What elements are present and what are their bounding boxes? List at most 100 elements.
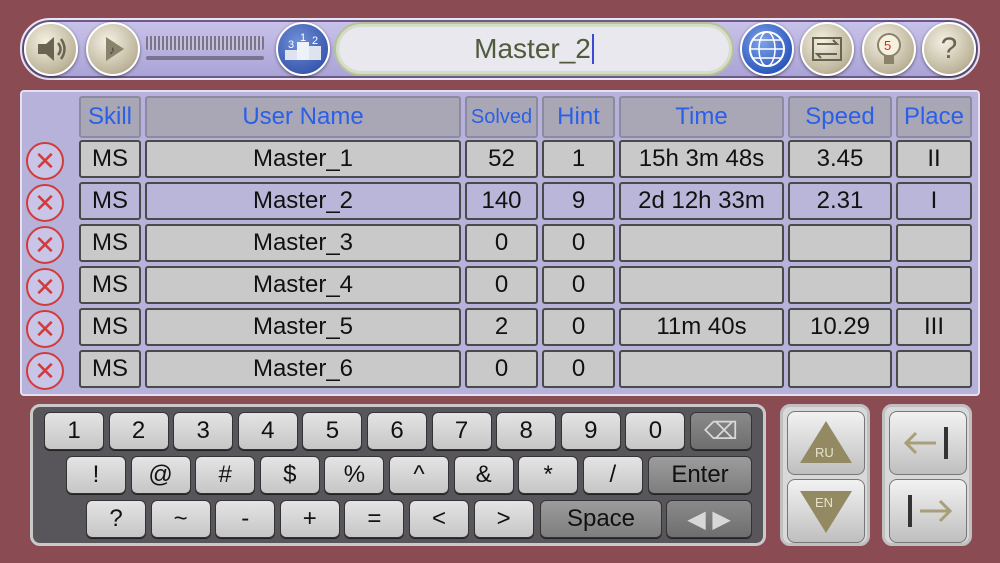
cell-time[interactable]: 2d 12h 33m [619, 182, 784, 220]
move-to-start-button[interactable] [889, 411, 967, 475]
key-1[interactable]: 1 [44, 412, 104, 450]
key-symbol-row3-0[interactable]: ? [86, 500, 146, 538]
space-key[interactable]: Space [540, 500, 662, 538]
cell-skill[interactable]: MS [79, 266, 141, 304]
cell-solved[interactable]: 0 [465, 350, 538, 388]
key-symbol-3[interactable]: $ [259, 456, 320, 494]
key-symbol-4[interactable]: % [324, 456, 385, 494]
help-icon[interactable]: ? [922, 22, 976, 76]
player-name-input[interactable]: Master_2 [336, 24, 732, 74]
cell-time[interactable] [619, 266, 784, 304]
cell-place[interactable] [896, 224, 972, 262]
cell-hint[interactable]: 0 [542, 350, 615, 388]
language-switcher: RU EN [780, 404, 870, 546]
key-symbol-6[interactable]: & [453, 456, 514, 494]
delete-icon: ✕ [34, 145, 56, 176]
move-to-end-button[interactable] [889, 479, 967, 543]
cell-time[interactable]: 11m 40s [619, 308, 784, 346]
cell-time[interactable] [619, 224, 784, 262]
column-header-hint: Hint [542, 96, 615, 138]
key-symbol-row3-4[interactable]: = [344, 500, 405, 538]
hint-bulb-icon[interactable]: 5 [862, 22, 916, 76]
cell-time[interactable]: 15h 3m 48s [619, 140, 784, 178]
key-9[interactable]: 9 [560, 412, 621, 450]
language-en-button[interactable]: EN [787, 479, 865, 543]
text-caret [591, 34, 594, 64]
key-symbol-8[interactable]: / [582, 456, 643, 494]
cell-speed[interactable]: 2.31 [788, 182, 892, 220]
cell-skill[interactable]: MS [79, 308, 141, 346]
cursor-keys[interactable]: ◀ ▶ [666, 500, 752, 538]
key-3[interactable]: 3 [173, 412, 234, 450]
swap-icon[interactable] [800, 22, 854, 76]
key-symbol-5[interactable]: ^ [389, 456, 449, 494]
cell-name[interactable]: Master_5 [145, 308, 461, 346]
cell-hint[interactable]: 0 [542, 266, 615, 304]
key-symbol-row3-2[interactable]: - [215, 500, 276, 538]
cell-solved[interactable]: 0 [465, 224, 538, 262]
cell-place[interactable]: III [896, 308, 972, 346]
cell-name[interactable]: Master_2 [145, 182, 461, 220]
cell-speed[interactable]: 3.45 [788, 140, 892, 178]
key-symbol-1[interactable]: @ [130, 456, 191, 494]
key-symbol-2[interactable]: # [195, 456, 256, 494]
podium-icon[interactable]: 3 1 2 [276, 22, 330, 76]
backspace-key[interactable]: ⌫ [690, 412, 752, 450]
delete-user-button[interactable]: ✕ [26, 184, 64, 222]
globe-icon[interactable] [740, 22, 794, 76]
key-2[interactable]: 2 [108, 412, 169, 450]
cell-name[interactable]: Master_1 [145, 140, 461, 178]
cell-solved[interactable]: 52 [465, 140, 538, 178]
cell-solved[interactable]: 2 [465, 308, 538, 346]
cell-skill[interactable]: MS [79, 350, 141, 388]
cell-place[interactable] [896, 350, 972, 388]
cell-speed[interactable] [788, 266, 892, 304]
key-symbol-7[interactable]: * [518, 456, 579, 494]
key-4[interactable]: 4 [237, 412, 298, 450]
delete-user-button[interactable]: ✕ [26, 310, 64, 348]
arrow-left-bar-icon [903, 427, 948, 459]
delete-user-button[interactable]: ✕ [26, 226, 64, 264]
speaker-icon[interactable] [24, 22, 78, 76]
key-symbol-row3-6[interactable]: > [473, 500, 534, 538]
cell-speed[interactable] [788, 350, 892, 388]
cell-name[interactable]: Master_6 [145, 350, 461, 388]
cell-name[interactable]: Master_3 [145, 224, 461, 262]
volume-track[interactable] [146, 56, 264, 60]
cell-name[interactable]: Master_4 [145, 266, 461, 304]
delete-user-button[interactable]: ✕ [26, 268, 64, 306]
key-symbol-0[interactable]: ! [66, 456, 126, 494]
key-0[interactable]: 0 [625, 412, 686, 450]
cell-place[interactable] [896, 266, 972, 304]
cell-hint[interactable]: 9 [542, 182, 615, 220]
cell-speed[interactable] [788, 224, 892, 262]
key-symbol-row3-5[interactable]: < [409, 500, 469, 538]
cell-place[interactable]: II [896, 140, 972, 178]
volume-slider[interactable] [146, 36, 264, 50]
language-ru-button[interactable]: RU [787, 411, 865, 475]
key-5[interactable]: 5 [302, 412, 363, 450]
delete-user-button[interactable]: ✕ [26, 142, 64, 180]
key-7[interactable]: 7 [431, 412, 492, 450]
play-icon[interactable]: ♪ [86, 22, 140, 76]
cell-skill[interactable]: MS [79, 140, 141, 178]
cell-solved[interactable]: 0 [465, 266, 538, 304]
key-8[interactable]: 8 [496, 412, 557, 450]
help-label: ? [940, 32, 958, 65]
podium-digit-3: 3 [288, 39, 294, 51]
cell-place[interactable]: I [896, 182, 972, 220]
key-symbol-row3-3[interactable]: + [279, 500, 340, 538]
cell-hint[interactable]: 1 [542, 140, 615, 178]
cell-speed[interactable]: 10.29 [788, 308, 892, 346]
delete-user-button[interactable]: ✕ [26, 352, 64, 390]
cell-hint[interactable]: 0 [542, 224, 615, 262]
enter-key[interactable]: Enter [648, 456, 752, 494]
key-6[interactable]: 6 [367, 412, 427, 450]
cell-hint[interactable]: 0 [542, 308, 615, 346]
cell-solved[interactable]: 140 [465, 182, 538, 220]
cell-time[interactable] [619, 350, 784, 388]
cell-skill[interactable]: MS [79, 224, 141, 262]
cell-skill[interactable]: MS [79, 182, 141, 220]
column-header-skill: Skill [79, 96, 141, 138]
key-symbol-row3-1[interactable]: ~ [150, 500, 211, 538]
